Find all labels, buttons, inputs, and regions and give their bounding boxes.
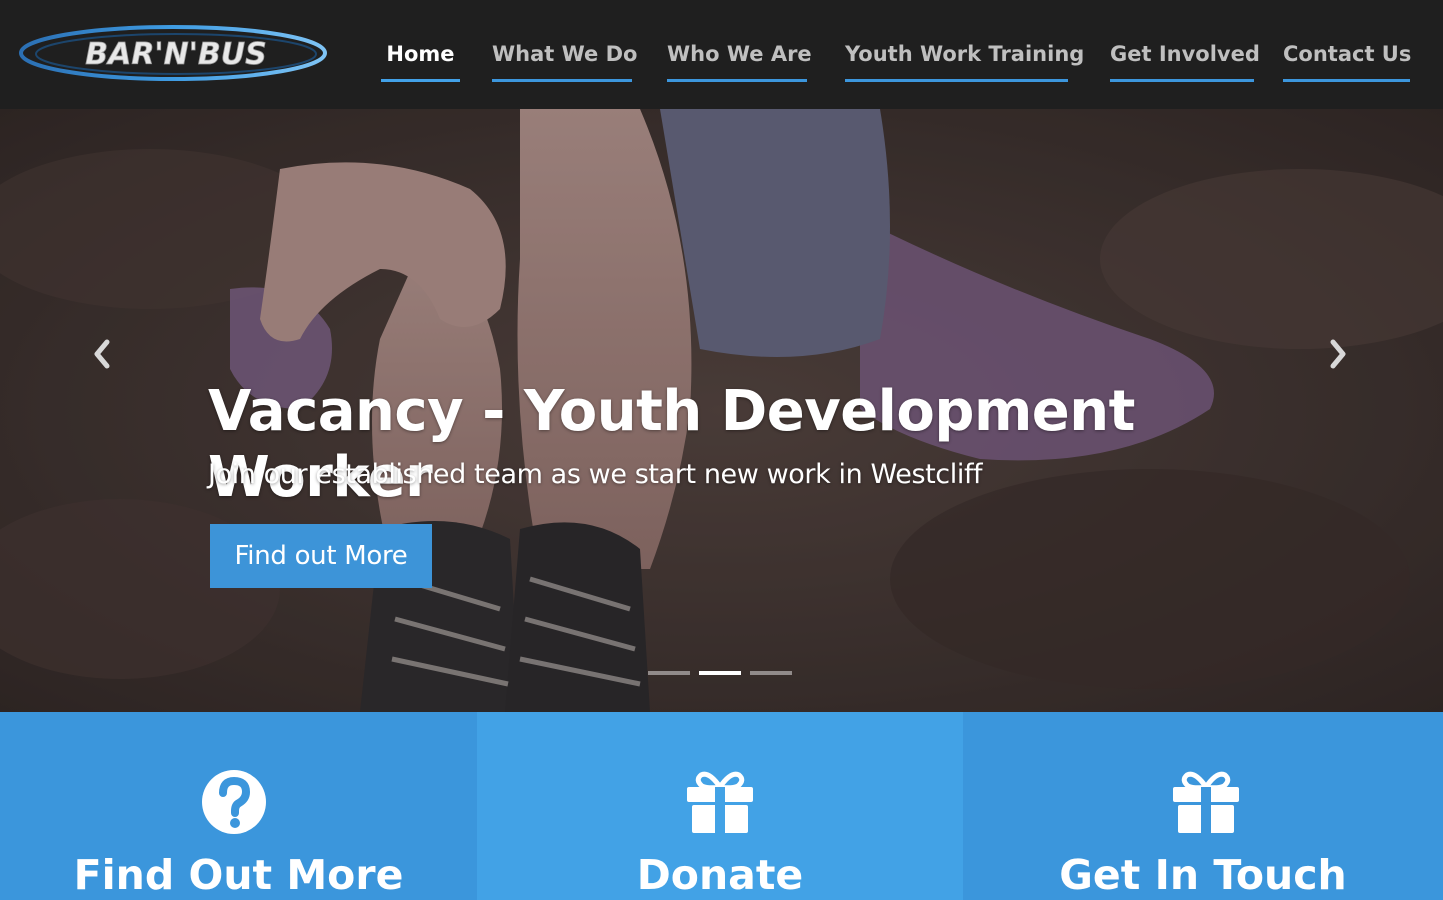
carousel-prev-button[interactable] bbox=[84, 337, 118, 371]
nav-who-we-are[interactable]: Who We Are bbox=[667, 40, 812, 82]
feature-boxes: Find Out More Donate Get In Touch bbox=[0, 712, 1443, 900]
nav-home-label: Home bbox=[386, 42, 455, 66]
feature-get-in-touch[interactable]: Get In Touch bbox=[963, 712, 1443, 900]
nav-home[interactable]: Home bbox=[381, 40, 460, 82]
nav-what-we-do-underline bbox=[492, 79, 632, 82]
nav-contact-us-label: Contact Us bbox=[1283, 42, 1412, 66]
main-nav: Home What We Do Who We Are Youth Work Tr… bbox=[0, 0, 1443, 109]
gift-icon bbox=[1173, 771, 1239, 833]
question-circle-icon bbox=[202, 770, 266, 834]
carousel-next-button[interactable] bbox=[1322, 337, 1356, 371]
nav-who-we-are-label: Who We Are bbox=[667, 42, 812, 66]
nav-home-underline bbox=[381, 79, 460, 82]
nav-what-we-do[interactable]: What We Do bbox=[492, 40, 637, 82]
nav-get-involved[interactable]: Get Involved bbox=[1110, 40, 1260, 82]
gift-icon bbox=[687, 771, 753, 833]
carousel-indicator-1[interactable] bbox=[648, 671, 690, 675]
nav-who-we-are-underline bbox=[667, 79, 807, 82]
nav-youth-work-training-label: Youth Work Training bbox=[845, 42, 1085, 66]
feature-donate[interactable]: Donate bbox=[477, 712, 963, 900]
nav-get-involved-underline bbox=[1110, 79, 1254, 82]
hero-carousel: Vacancy - Youth Development Worker Join … bbox=[0, 109, 1443, 712]
feature-donate-label: Donate bbox=[636, 851, 804, 899]
hero-subtitle: Join our established team as we start ne… bbox=[208, 459, 983, 490]
carousel-indicator-2[interactable] bbox=[699, 671, 741, 675]
feature-get-in-touch-label: Get In Touch bbox=[1059, 851, 1347, 899]
nav-what-we-do-label: What We Do bbox=[492, 42, 638, 66]
nav-contact-us[interactable]: Contact Us bbox=[1283, 40, 1412, 82]
nav-youth-work-training[interactable]: Youth Work Training bbox=[845, 40, 1084, 82]
site-header: BAR'N'BUS Home What We Do Who We Are You… bbox=[0, 0, 1443, 109]
chevron-left-icon bbox=[94, 339, 110, 369]
feature-find-out-more-label: Find Out More bbox=[73, 851, 404, 899]
nav-youth-work-training-underline bbox=[845, 79, 1068, 82]
nav-get-involved-label: Get Involved bbox=[1110, 42, 1260, 66]
nav-contact-us-underline bbox=[1283, 79, 1410, 82]
chevron-right-icon bbox=[1330, 339, 1346, 369]
feature-find-out-more[interactable]: Find Out More bbox=[0, 712, 477, 900]
find-out-more-button[interactable]: Find out More bbox=[210, 524, 432, 588]
carousel-indicators bbox=[648, 671, 798, 677]
carousel-indicator-3[interactable] bbox=[750, 671, 792, 675]
